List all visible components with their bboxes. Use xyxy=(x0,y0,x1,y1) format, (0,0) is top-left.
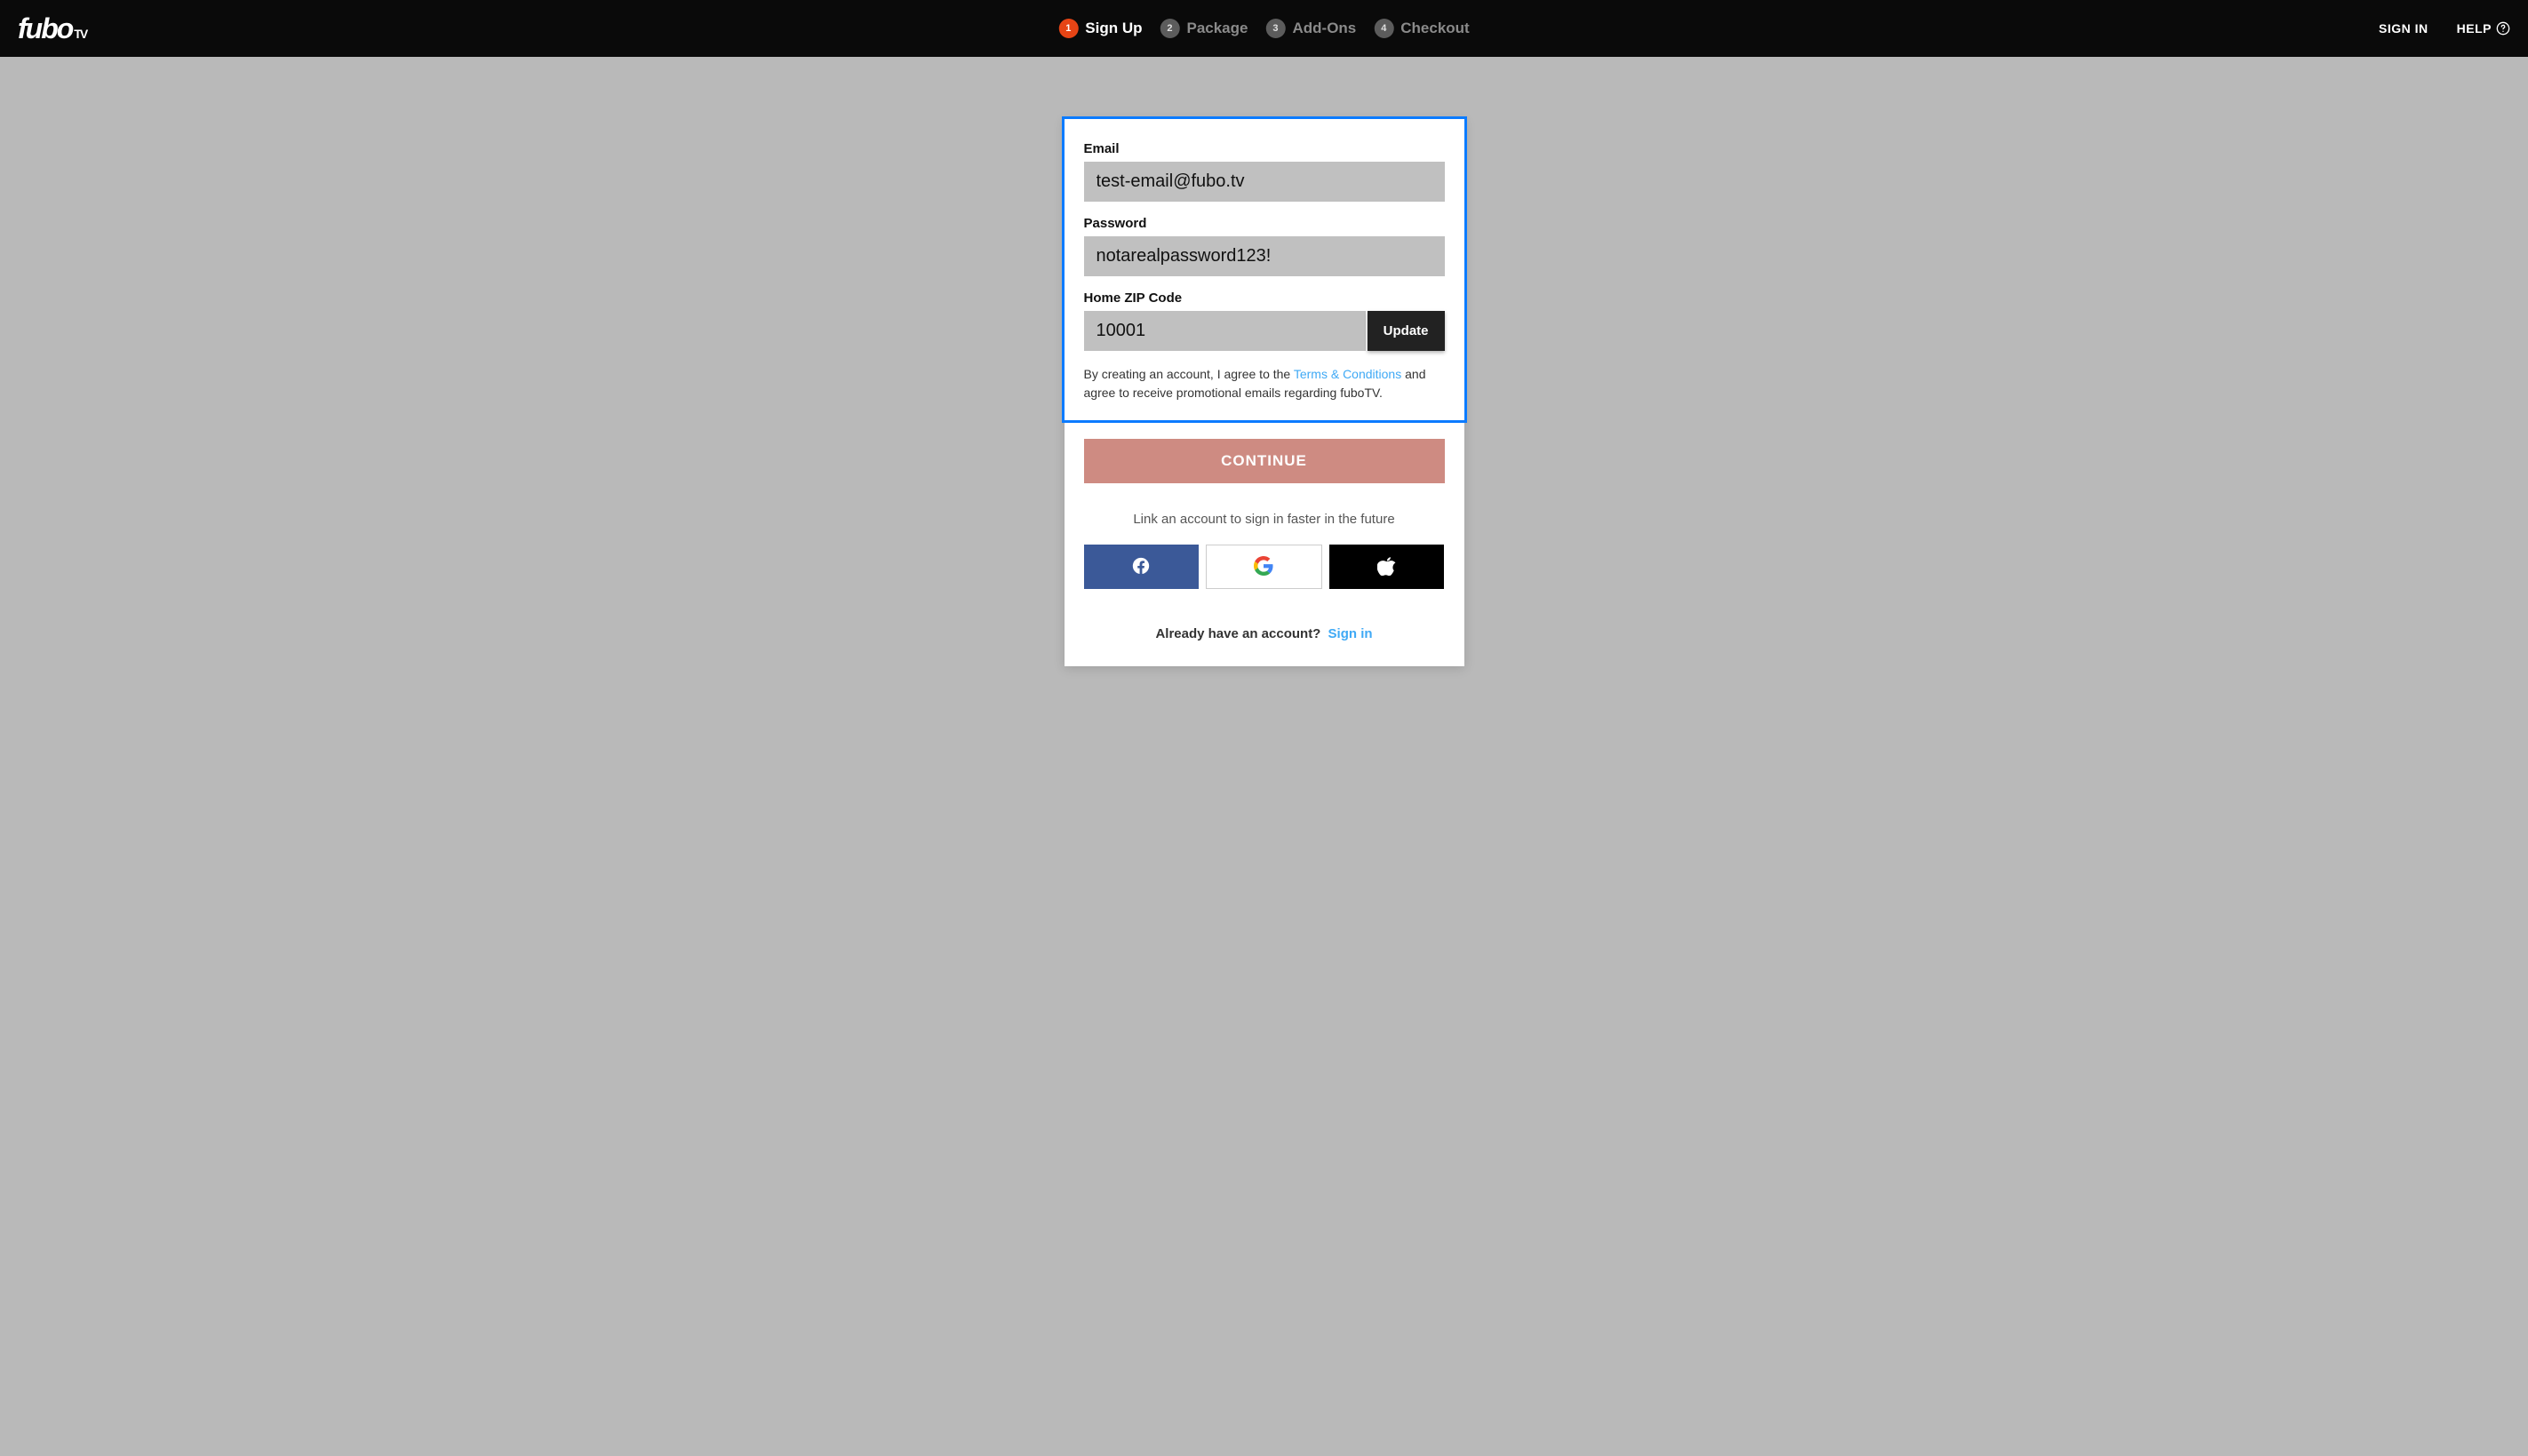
step-number: 1 xyxy=(1058,19,1078,38)
email-field-group: Email xyxy=(1084,141,1445,202)
step-label: Package xyxy=(1186,20,1248,37)
logo[interactable]: fuboTV xyxy=(18,12,86,45)
apple-login-button[interactable] xyxy=(1329,545,1444,589)
email-label: Email xyxy=(1084,141,1445,156)
zip-label: Home ZIP Code xyxy=(1084,290,1445,306)
highlighted-form-section: Email Password Home ZIP Code Update By c… xyxy=(1062,116,1467,423)
continue-button[interactable]: CONTINUE xyxy=(1084,439,1445,483)
step-addons: 3 Add-Ons xyxy=(1265,19,1356,38)
step-label: Add-Ons xyxy=(1292,20,1356,37)
modal-overlay: Email Password Home ZIP Code Update By c… xyxy=(0,57,2528,1456)
step-label: Checkout xyxy=(1400,20,1469,37)
logo-main: fubo xyxy=(18,12,72,45)
link-account-text: Link an account to sign in faster in the… xyxy=(1084,512,1445,527)
help-link[interactable]: HELP xyxy=(2457,21,2510,36)
already-text: Already have an account? xyxy=(1155,626,1320,641)
legal-text: By creating an account, I agree to the T… xyxy=(1084,365,1445,402)
step-checkout: 4 Checkout xyxy=(1374,19,1469,38)
step-package: 2 Package xyxy=(1160,19,1248,38)
step-number: 3 xyxy=(1265,19,1285,38)
step-number: 2 xyxy=(1160,19,1179,38)
apple-icon xyxy=(1377,556,1397,578)
update-button[interactable]: Update xyxy=(1368,311,1445,351)
progress-stepper: 1 Sign Up 2 Package 3 Add-Ons 4 Checkout xyxy=(1058,19,1469,38)
logo-sub: TV xyxy=(74,27,86,41)
sign-in-link[interactable]: SIGN IN xyxy=(2379,21,2428,36)
header: fuboTV 1 Sign Up 2 Package 3 Add-Ons 4 C… xyxy=(0,0,2528,57)
social-login-row xyxy=(1084,545,1445,589)
password-label: Password xyxy=(1084,216,1445,231)
terms-link[interactable]: Terms & Conditions xyxy=(1294,367,1401,381)
facebook-icon xyxy=(1131,556,1151,578)
help-label: HELP xyxy=(2457,21,2492,36)
step-number: 4 xyxy=(1374,19,1393,38)
sign-in-label: SIGN IN xyxy=(2379,21,2428,36)
email-input[interactable] xyxy=(1084,162,1445,202)
password-input[interactable] xyxy=(1084,236,1445,276)
facebook-login-button[interactable] xyxy=(1084,545,1199,589)
help-icon xyxy=(2496,21,2510,36)
google-login-button[interactable] xyxy=(1206,545,1322,589)
zip-row: Update xyxy=(1084,311,1445,351)
header-right: SIGN IN HELP xyxy=(2379,21,2510,36)
sign-in-link-bottom[interactable]: Sign in xyxy=(1328,626,1373,641)
legal-before: By creating an account, I agree to the xyxy=(1084,367,1294,381)
step-signup: 1 Sign Up xyxy=(1058,19,1142,38)
zip-input[interactable] xyxy=(1084,311,1366,351)
zip-field-group: Home ZIP Code Update xyxy=(1084,290,1445,351)
step-label: Sign Up xyxy=(1085,20,1142,37)
signup-card: Email Password Home ZIP Code Update By c… xyxy=(1065,119,1464,666)
password-field-group: Password xyxy=(1084,216,1445,276)
google-icon xyxy=(1254,556,1273,578)
lower-section: CONTINUE Link an account to sign in fast… xyxy=(1065,423,1464,641)
already-have-account: Already have an account? Sign in xyxy=(1084,626,1445,641)
